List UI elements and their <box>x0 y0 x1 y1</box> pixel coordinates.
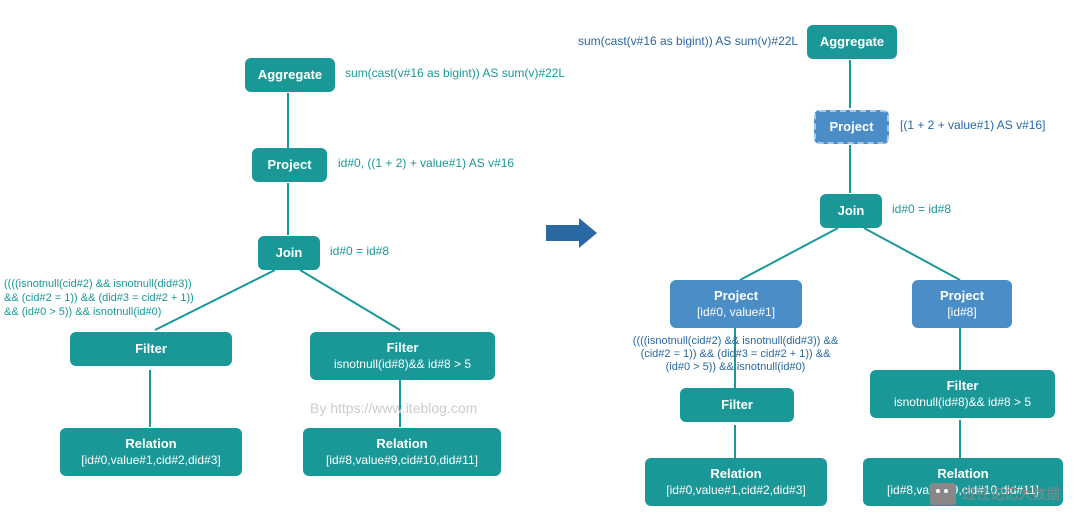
aggregate-annot-right: sum(cast(v#16 as bigint)) AS sum(v)#22L <box>578 34 798 48</box>
project-node-left: Project <box>252 148 327 182</box>
project-node-right-r: Project [id#8] <box>912 280 1012 328</box>
join-node-right: Join <box>820 194 882 228</box>
aggregate-annot-left: sum(cast(v#16 as bigint)) AS sum(v)#22L <box>345 66 565 80</box>
relation-node-right-l: Relation [id#0,value#1,cid#2,did#3] <box>645 458 827 506</box>
node-label: Filter <box>721 397 753 414</box>
project-annot-left: id#0, ((1 + 2) + value#1) AS v#16 <box>338 156 514 170</box>
footer-text: 过往记忆大数据 <box>962 484 1060 504</box>
node-label: Relation <box>710 466 761 483</box>
footer: 过往记忆大数据 <box>930 483 1060 505</box>
node-label: Relation <box>376 436 427 453</box>
filter-node-right-r: Filter isnotnull(id#8)&& id#8 > 5 <box>870 370 1055 418</box>
node-sub: isnotnull(id#8)&& id#8 > 5 <box>894 395 1031 411</box>
filter-node-right-l: Filter <box>680 388 794 422</box>
wechat-icon <box>930 483 956 505</box>
node-label: Aggregate <box>820 34 884 51</box>
node-label: Join <box>276 245 303 262</box>
node-label: Filter <box>387 340 419 357</box>
relation-node-left-r: Relation [id#8,value#9,cid#10,did#11] <box>303 428 501 476</box>
node-label: Join <box>838 203 865 220</box>
node-label: Project <box>940 288 984 305</box>
filter-annot-right-l: ((((isnotnull(cid#2) && isnotnull(did#3)… <box>618 335 853 375</box>
filter-annot-left-l: ((((isnotnull(cid#2) && isnotnull(did#3)… <box>4 278 194 319</box>
join-annot-left: id#0 = id#8 <box>330 244 389 258</box>
node-sub: [id#8] <box>947 305 976 321</box>
node-label: Aggregate <box>258 67 322 84</box>
node-sub: [id#0,value#1,cid#2,did#3] <box>666 483 805 499</box>
join-annot-right: id#0 = id#8 <box>892 202 951 216</box>
node-sub: [id#0,value#1,cid#2,did#3] <box>81 453 220 469</box>
project-node-right: Project <box>814 110 889 144</box>
node-sub: [id#8,value#9,cid#10,did#11] <box>326 453 478 469</box>
arrow-icon <box>546 218 596 248</box>
node-label: Relation <box>125 436 176 453</box>
node-sub: isnotnull(id#8)&& id#8 > 5 <box>334 357 471 373</box>
relation-node-left-l: Relation [id#0,value#1,cid#2,did#3] <box>60 428 242 476</box>
node-label: Project <box>829 119 873 136</box>
node-sub: [id#0, value#1] <box>697 305 775 321</box>
aggregate-node-right: Aggregate <box>807 25 897 59</box>
aggregate-node-left: Aggregate <box>245 58 335 92</box>
node-label: Filter <box>947 378 979 395</box>
node-label: Filter <box>135 341 167 358</box>
node-label: Project <box>714 288 758 305</box>
node-label: Project <box>267 157 311 174</box>
project-annot-right: [(1 + 2 + value#1) AS v#16] <box>900 118 1045 132</box>
join-node-left: Join <box>258 236 320 270</box>
watermark-text: By https://www.iteblog.com <box>310 400 477 416</box>
node-label: Relation <box>937 466 988 483</box>
project-node-right-l: Project [id#0, value#1] <box>670 280 802 328</box>
filter-node-left-l: Filter <box>70 332 232 366</box>
filter-node-left-r: Filter isnotnull(id#8)&& id#8 > 5 <box>310 332 495 380</box>
